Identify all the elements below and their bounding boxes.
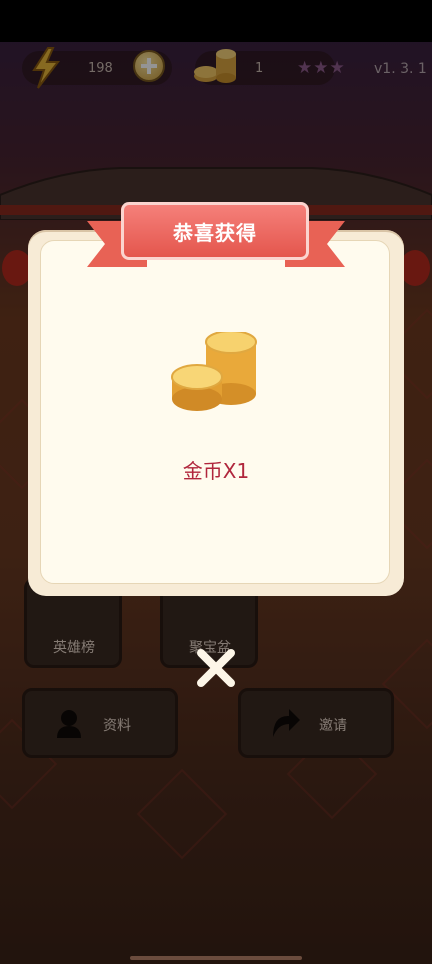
close-icon[interactable]: [193, 645, 239, 691]
dialog-title: 恭喜获得: [173, 220, 257, 245]
gold-coins-icon: [171, 332, 257, 411]
dialog-title-ribbon: 恭喜获得: [121, 202, 309, 260]
reward-label: 金币X1: [182, 459, 250, 483]
home-indicator: [130, 956, 302, 960]
status-bar: [0, 0, 432, 42]
